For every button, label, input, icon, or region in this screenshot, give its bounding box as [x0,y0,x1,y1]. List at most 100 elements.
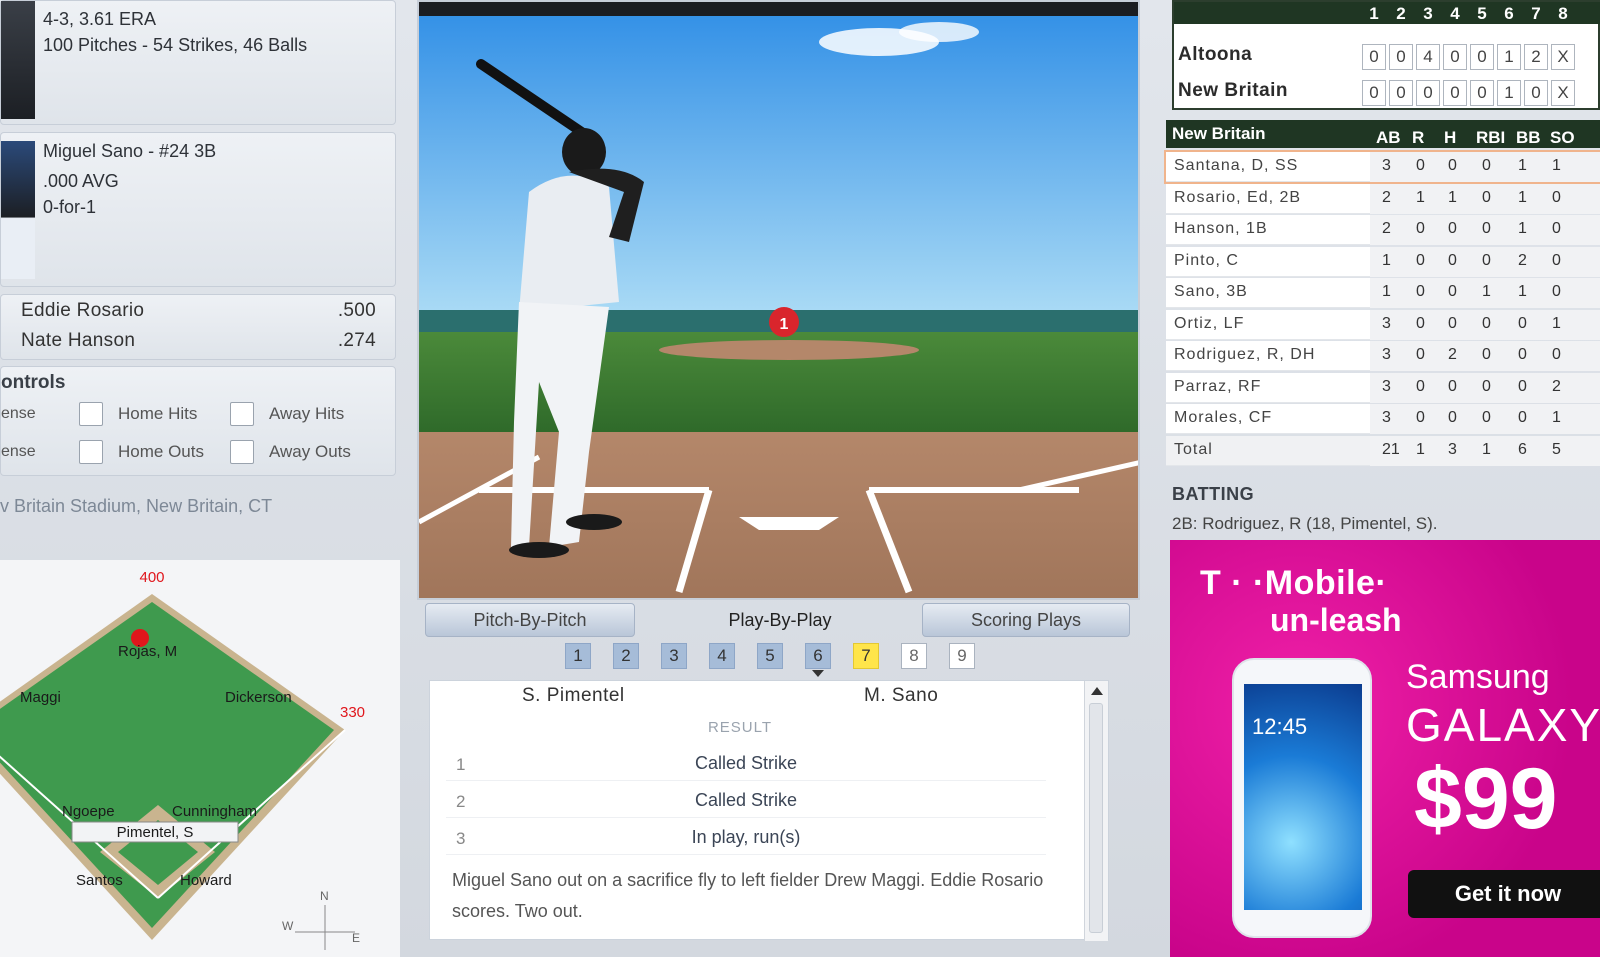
pitcher-photo [1,1,35,119]
inning-button[interactable]: 3 [661,643,687,669]
linescore-run-cell: 0 [1416,80,1440,106]
stat-cell: 0 [1416,409,1425,426]
current-inning-caret [812,670,824,677]
tab-pitch-by-pitch[interactable]: Pitch-By-Pitch [425,603,635,637]
stat-cell: 0 [1518,346,1527,363]
linescore-run-cell: 0 [1389,44,1413,70]
fielder-rf: Dickerson [225,689,292,706]
stat-cell: 0 [1416,314,1425,332]
boxscore-player-row[interactable]: Pinto, C 1 0 0 0 2 0 [1166,246,1600,277]
pbp-pitcher-name: S. Pimentel [522,685,625,706]
linescore-run-cell: 0 [1362,80,1386,106]
player-stats: 3 0 2 0 0 0 [1370,341,1600,371]
stat-cell: 2 [1518,251,1527,269]
linescore-run-cell: 2 [1524,44,1548,70]
pbp-scrollbar[interactable] [1084,681,1108,941]
boxscore-player-row[interactable]: Sano, 3B 1 0 0 1 1 0 [1166,278,1600,308]
controls-title: ontrols [1,372,66,393]
inning-button[interactable]: 8 [901,643,927,669]
inning-button[interactable]: 9 [949,643,975,669]
fielder-pitcher: Pimentel, S [117,824,194,841]
play-description: Miguel Sano out on a sacrifice fly to le… [452,870,1044,921]
stat-cell: 2 [1382,188,1391,206]
stat-cell: 0 [1448,251,1457,269]
boxscore-player-row[interactable]: Hanson, 1B 2 0 0 0 1 0 [1166,215,1600,245]
player-stats: 2 0 0 0 1 0 [1370,215,1600,245]
away-hits-checkbox[interactable] [230,402,254,426]
tab-scoring-plays[interactable]: Scoring Plays [922,603,1130,637]
ad-get-it-now-button[interactable]: Get it now [1408,870,1600,918]
stat-cell: 0 [1482,346,1491,363]
pitch-result: In play, run(s) [691,827,801,847]
stat-cell: 0 [1482,188,1491,206]
stat-cell: 1 [1482,440,1491,458]
linescore-inning-number: 1 [1369,4,1379,23]
linescore-run-cell: 0 [1524,80,1548,106]
stat-cell: 1 [1518,283,1527,300]
player-name: Rosario, Ed, 2B [1174,188,1302,206]
inning-button[interactable]: 2 [613,643,639,669]
scroll-thumb[interactable] [1089,703,1103,933]
stat-cell: 0 [1416,377,1425,395]
stat-cell: 0 [1448,283,1457,300]
runner-avg: .500 [337,300,376,321]
runner-name: Eddie Rosario [21,300,145,321]
stat-cell: 2 [1552,377,1561,395]
stat-cell: 0 [1552,346,1561,363]
stat-cell: 0 [1482,251,1491,269]
stat-cell: 0 [1416,251,1425,269]
ad-galaxy: GALAXY [1406,699,1600,751]
boxscore-player-row[interactable]: Rosario, Ed, 2B 2 1 1 0 1 0 [1166,183,1600,214]
stat-cell: 0 [1416,346,1425,363]
boxscore-player-row[interactable]: Rodriguez, R, DH 3 0 2 0 0 0 [1166,341,1600,371]
inning-button[interactable]: 1 [565,643,591,669]
boxscore-player-row[interactable]: Ortiz, LF 3 0 0 0 0 1 [1166,309,1600,340]
batting-title: BATTING [1172,484,1255,504]
boxscore-player-row[interactable]: Morales, CF 3 0 0 0 0 1 [1166,404,1600,434]
pitch-row: 1 Called Strike [446,747,1046,781]
linescore-run-cell: 0 [1443,44,1467,70]
scroll-up-arrow-icon[interactable] [1091,687,1103,695]
linescore-run-cell: X [1551,80,1575,106]
player-name: Parraz, RF [1174,377,1262,395]
inning-button[interactable]: 5 [757,643,783,669]
player-name: Santana, D, SS [1174,157,1299,174]
runner-avg: .274 [337,330,376,351]
tab-play-by-play[interactable]: Play-By-Play [675,603,885,637]
runner-name: Nate Hanson [21,330,136,351]
player-name: Morales, CF [1174,409,1273,426]
left-column: 4-3, 3.61 ERA 100 Pitches - 54 Strikes, … [0,0,400,957]
player-name: Rodriguez, R, DH [1174,346,1316,363]
boxscore-player-row[interactable]: Santana, D, SS 3 0 0 0 1 1 [1164,150,1600,184]
stat-cell: 0 [1448,314,1457,332]
inning-button-current[interactable]: 7 [853,643,879,669]
stat-cell: 0 [1416,157,1425,174]
boxscore-team: New Britain [1172,124,1266,143]
stadium-name: v Britain Stadium, New Britain, CT [0,496,273,516]
linescore-run-cell: 1 [1497,80,1521,106]
tmobile-ad[interactable]: T · ·Mobile· un-leash 12:45 Samsung GALA… [1170,540,1600,957]
boxscore-player-row[interactable]: Parraz, RF 3 0 0 0 0 2 [1166,372,1600,403]
fielder-ss: Ngoepe [62,803,115,820]
home-outs-checkbox[interactable] [79,440,103,464]
linescore-inning-number: 7 [1531,4,1541,23]
fielder-lf: Maggi [20,689,61,706]
phone-image: 12:45 [1232,658,1372,938]
player-name: Pinto, C [1174,251,1239,269]
player-name: Sano, 3B [1174,283,1248,300]
stat-cell: 3 [1448,440,1457,458]
fielder-1b: Howard [180,872,232,889]
stat-cell: 0 [1416,283,1425,300]
compass-n: N [320,889,329,903]
fielder-3b: Santos [76,872,123,889]
home-hits-checkbox[interactable] [79,402,103,426]
stat-cell: 3 [1382,157,1391,174]
stat-cell: 0 [1552,188,1561,206]
runners-panel: Eddie Rosario .500 Nate Hanson .274 [0,294,396,360]
inning-button[interactable]: 4 [709,643,735,669]
stat-cell: 0 [1448,220,1457,237]
inning-button[interactable]: 6 [805,643,831,669]
pitcher-pitch-count: 100 Pitches - 54 Strikes, 46 Balls [43,35,308,55]
away-outs-checkbox[interactable] [230,440,254,464]
home-hits-label: Home Hits [118,404,198,423]
